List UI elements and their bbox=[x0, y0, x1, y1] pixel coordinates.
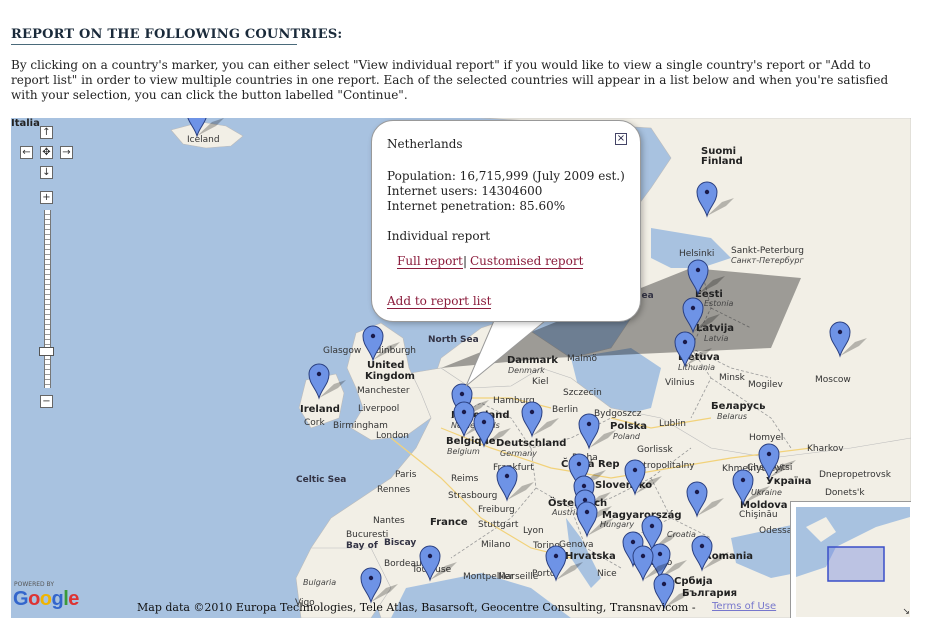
map-place-label: Kharkov bbox=[807, 444, 844, 454]
map-place-label: Liverpool bbox=[358, 404, 400, 414]
map-place-label: Reims bbox=[451, 474, 479, 484]
country-info-popup: Netherlands × Population: 16,715,999 (Ju… bbox=[371, 120, 641, 322]
country-marker-icon[interactable] bbox=[521, 400, 559, 440]
map-place-label: Szczecin bbox=[563, 388, 602, 398]
link-separator: | bbox=[463, 254, 468, 268]
popup-individual-report-label: Individual report bbox=[387, 229, 491, 243]
country-marker-icon[interactable] bbox=[732, 468, 770, 508]
map-place-label: Birmingham bbox=[333, 421, 388, 431]
country-marker-icon[interactable] bbox=[578, 412, 616, 452]
pan-left-button[interactable]: ← bbox=[20, 146, 33, 159]
map-place-label: Biscay bbox=[384, 538, 417, 548]
country-marker-icon[interactable] bbox=[453, 400, 491, 440]
powered-by-label: POWERED BY bbox=[14, 581, 55, 588]
country-marker-icon[interactable] bbox=[576, 500, 614, 540]
map-place-label: Gorlissk bbox=[637, 445, 673, 455]
popup-close-icon[interactable]: × bbox=[615, 133, 627, 145]
country-marker-icon[interactable] bbox=[308, 362, 346, 402]
popup-population: Population: 16,715,999 (July 2009 est.) bbox=[387, 169, 625, 183]
country-marker-icon[interactable] bbox=[496, 464, 534, 504]
map-place-label: Bucuresti bbox=[346, 530, 389, 540]
country-marker-icon[interactable] bbox=[186, 118, 224, 140]
map-place-label: Mogilev bbox=[748, 380, 783, 390]
map-place-label: Finland bbox=[701, 156, 743, 167]
country-marker-icon[interactable] bbox=[419, 544, 457, 584]
country-marker-icon[interactable] bbox=[758, 442, 796, 482]
map-place-label: Bay of bbox=[346, 541, 378, 551]
map-place-label: Bulgaria bbox=[303, 578, 337, 587]
country-marker-icon[interactable] bbox=[632, 544, 670, 584]
map-place-label: Belarus bbox=[717, 412, 748, 421]
map-place-label: Minsk bbox=[719, 373, 745, 383]
overview-map[interactable]: ↘ bbox=[790, 501, 911, 618]
intro-text: By clicking on a country's marker, you c… bbox=[11, 58, 889, 102]
map-copyright: Map data ©2010 Europa Technologies, Tele… bbox=[137, 601, 696, 614]
map-place-label: Donets'k bbox=[825, 488, 865, 498]
popup-internet-users: Internet users: 14304600 bbox=[387, 184, 543, 198]
popup-tail bbox=[465, 316, 546, 387]
map-place-label: Nice bbox=[597, 569, 617, 579]
map-place-label: Paris bbox=[395, 470, 417, 480]
map-place-label: Dnepropetrovsk bbox=[819, 470, 891, 480]
customised-report-link[interactable]: Customised report bbox=[470, 254, 584, 269]
map-place-label: Nantes bbox=[373, 516, 405, 526]
map-place-label: Lublin bbox=[659, 419, 686, 429]
map-place-label: Strasbourg bbox=[448, 491, 498, 501]
map-place-label: Malmö bbox=[567, 354, 598, 364]
map-place-label: Chişinău bbox=[739, 510, 778, 520]
map-place-label: Lyon bbox=[523, 526, 544, 536]
country-marker-icon[interactable] bbox=[674, 330, 712, 370]
map-place-label: London bbox=[376, 431, 409, 441]
page-heading: REPORT ON THE FOLLOWING COUNTRIES: bbox=[11, 27, 343, 42]
pan-up-button[interactable]: ↑ bbox=[40, 126, 53, 139]
map-place-label: Celtic Sea bbox=[296, 475, 347, 485]
popup-internet-penetration: Internet penetration: 85.60% bbox=[387, 199, 566, 213]
pan-right-button[interactable]: → bbox=[60, 146, 73, 159]
country-marker-icon[interactable] bbox=[362, 324, 400, 364]
page-heading-underline bbox=[11, 44, 297, 45]
map-place-label: Cork bbox=[304, 418, 325, 428]
overview-toggle-icon[interactable]: ↘ bbox=[902, 607, 910, 617]
zoom-slider-handle[interactable] bbox=[39, 347, 54, 356]
map-place-label: Беларусь bbox=[711, 401, 766, 412]
add-to-report-list-link[interactable]: Add to report list bbox=[387, 294, 492, 309]
map-place-label: Kingdom bbox=[365, 371, 415, 382]
map-place-label: Germany bbox=[500, 449, 537, 458]
google-logo[interactable]: Google bbox=[13, 588, 79, 611]
map-place-label: Rennes bbox=[377, 485, 411, 495]
zoom-slider[interactable] bbox=[39, 210, 54, 388]
popup-country-name: Netherlands bbox=[387, 137, 463, 151]
country-marker-icon[interactable] bbox=[545, 544, 583, 584]
country-marker-icon[interactable] bbox=[691, 534, 729, 574]
country-marker-icon[interactable] bbox=[473, 410, 511, 450]
country-marker-icon[interactable] bbox=[696, 180, 734, 220]
map-place-label: Санкт-Петербург bbox=[731, 256, 804, 265]
map-place-label: Stuttgart bbox=[478, 520, 519, 530]
country-marker-icon[interactable] bbox=[687, 258, 725, 298]
map-place-label: Odessa bbox=[759, 526, 793, 536]
country-marker-icon[interactable] bbox=[624, 458, 662, 498]
zoom-in-button[interactable]: + bbox=[40, 191, 53, 204]
terms-of-use-link[interactable]: Terms of Use bbox=[712, 601, 776, 612]
country-marker-icon[interactable] bbox=[360, 566, 398, 606]
overview-map-view bbox=[796, 507, 910, 617]
map-place-label: Manchester bbox=[357, 386, 410, 396]
pan-down-button[interactable]: ↓ bbox=[40, 166, 53, 179]
country-marker-icon[interactable] bbox=[829, 320, 867, 360]
map-canvas[interactable]: Iceland Suomi Finland Helsinki Sankt-Peterbu… bbox=[11, 118, 911, 618]
map-place-label: Milano bbox=[481, 540, 511, 550]
map-place-label: Glasgow bbox=[323, 346, 362, 356]
zoom-out-button[interactable]: − bbox=[40, 395, 53, 408]
map-place-label: France bbox=[430, 517, 468, 528]
full-report-link[interactable]: Full report bbox=[397, 254, 463, 269]
pan-center-button[interactable]: ✥ bbox=[40, 146, 53, 159]
map-place-label: Freiburg bbox=[478, 505, 515, 515]
zoom-slider-track bbox=[44, 210, 51, 388]
country-marker-icon[interactable] bbox=[686, 480, 724, 520]
map-place-label: Vilnius bbox=[665, 378, 695, 388]
map-place-label: Italia bbox=[11, 118, 40, 129]
map-place-label: Moscow bbox=[815, 375, 851, 385]
map-place-label: Sankt-Peterburg bbox=[731, 246, 805, 256]
map-place-label: Ireland bbox=[300, 404, 340, 415]
